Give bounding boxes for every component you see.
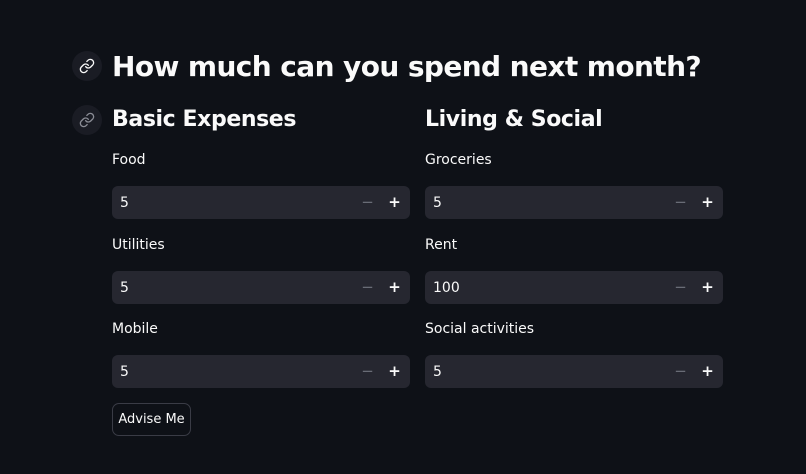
utilities-label: Utilities xyxy=(112,237,165,253)
utilities-number-input: − + xyxy=(112,271,410,304)
food-input[interactable] xyxy=(112,186,354,219)
food-decrement-button[interactable]: − xyxy=(354,186,381,219)
page-title: How much can you spend next month? xyxy=(112,50,702,83)
title-anchor-link[interactable] xyxy=(72,51,102,81)
groceries-input[interactable] xyxy=(425,186,667,219)
food-label: Food xyxy=(112,152,146,168)
social-activities-input[interactable] xyxy=(425,355,667,388)
social-activities-increment-button[interactable]: + xyxy=(694,355,721,388)
social-activities-label: Social activities xyxy=(425,321,535,337)
groceries-number-input: − + xyxy=(425,186,723,219)
section-anchor-link[interactable] xyxy=(72,105,102,135)
groceries-decrement-button[interactable]: − xyxy=(667,186,694,219)
mobile-label: Mobile xyxy=(112,321,158,337)
link-icon xyxy=(79,58,95,74)
utilities-decrement-button[interactable]: − xyxy=(354,271,381,304)
mobile-number-input: − + xyxy=(112,355,410,388)
food-number-input: − + xyxy=(112,186,410,219)
groceries-label: Groceries xyxy=(425,152,492,168)
utilities-increment-button[interactable]: + xyxy=(381,271,408,304)
app-page: How much can you spend next month? Basic… xyxy=(0,0,806,474)
social-activities-decrement-button[interactable]: − xyxy=(667,355,694,388)
advise-me-button[interactable]: Advise Me xyxy=(112,403,191,436)
food-increment-button[interactable]: + xyxy=(381,186,408,219)
rent-input[interactable] xyxy=(425,271,667,304)
section-heading-basic-expenses: Basic Expenses xyxy=(112,107,297,132)
rent-decrement-button[interactable]: − xyxy=(667,271,694,304)
link-icon xyxy=(79,112,95,128)
rent-increment-button[interactable]: + xyxy=(694,271,721,304)
social-activities-number-input: − + xyxy=(425,355,723,388)
rent-label: Rent xyxy=(425,237,458,253)
groceries-increment-button[interactable]: + xyxy=(694,186,721,219)
rent-number-input: − + xyxy=(425,271,723,304)
mobile-input[interactable] xyxy=(112,355,354,388)
utilities-input[interactable] xyxy=(112,271,354,304)
mobile-decrement-button[interactable]: − xyxy=(354,355,381,388)
mobile-increment-button[interactable]: + xyxy=(381,355,408,388)
section-heading-living-social: Living & Social xyxy=(425,107,603,132)
